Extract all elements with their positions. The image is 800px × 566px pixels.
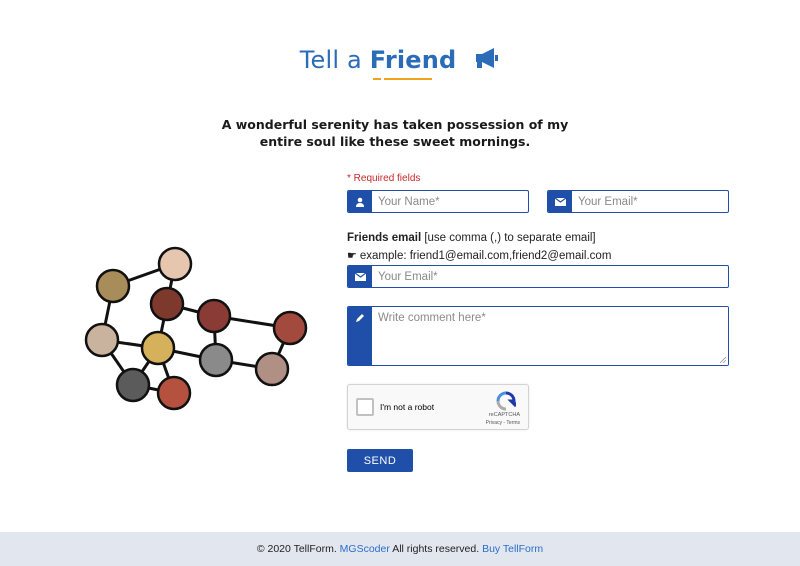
- friends-email-label-hint: [use comma (,) to separate email]: [421, 232, 596, 244]
- footer-copyright: © 2020 TellForm.: [256, 543, 340, 555]
- comment-textarea[interactable]: [372, 307, 728, 365]
- title-part1: Tell a: [299, 46, 370, 74]
- recaptcha-brand: reCAPTCHA: [488, 412, 520, 418]
- pencil-icon: [348, 307, 372, 365]
- friends-email-label: Friends email [use comma (,) to separate…: [347, 232, 596, 244]
- recaptcha-logo-icon: [496, 391, 516, 411]
- title-part2: Friend: [369, 46, 457, 74]
- name-field-group: [347, 190, 529, 213]
- envelope-icon: [348, 266, 372, 287]
- friends-email-example: ☛ example: friend1@email.com,friend2@emai…: [347, 249, 611, 262]
- recaptcha-checkbox[interactable]: [356, 398, 374, 416]
- page: Tell a Friend A wonderful serenity has t…: [0, 0, 800, 566]
- friends-email-label-bold: Friends email: [347, 232, 422, 244]
- email-input[interactable]: [572, 191, 728, 212]
- footer: © 2020 TellForm. MGScoder All rights res…: [0, 532, 800, 566]
- friends-email-input[interactable]: [372, 266, 728, 287]
- name-input[interactable]: [372, 191, 528, 212]
- friends-network-illustration: [84, 246, 308, 411]
- recaptcha-label: I'm not a robot: [380, 402, 435, 412]
- friends-email-field-group: [347, 265, 729, 288]
- footer-rights: All rights reserved.: [389, 543, 483, 555]
- comment-field-group: [347, 306, 729, 366]
- pointing-hand-icon: ☛: [347, 250, 357, 262]
- send-button[interactable]: SEND: [347, 449, 413, 472]
- envelope-icon: [548, 191, 572, 212]
- footer-author-link[interactable]: MGScoder: [340, 543, 390, 555]
- user-icon: [348, 191, 372, 212]
- megaphone-icon: [476, 48, 499, 68]
- title-underline-long: [384, 78, 432, 80]
- recaptcha-widget: I'm not a robot reCAPTCHA Privacy - Term…: [347, 384, 529, 430]
- recaptcha-terms[interactable]: Privacy - Terms: [486, 420, 520, 426]
- email-field-group: [547, 190, 729, 213]
- intro-text: A wonderful serenity has taken possessio…: [221, 117, 569, 149]
- example-text: example: friend1@email.com,friend2@email…: [359, 250, 612, 262]
- footer-buy-link[interactable]: Buy TellForm: [482, 543, 543, 555]
- resize-handle-icon[interactable]: [720, 357, 726, 363]
- title-underline-short: [373, 78, 381, 80]
- required-fields-note: * Required fields: [347, 173, 421, 184]
- page-title: Tell a Friend: [0, 46, 800, 74]
